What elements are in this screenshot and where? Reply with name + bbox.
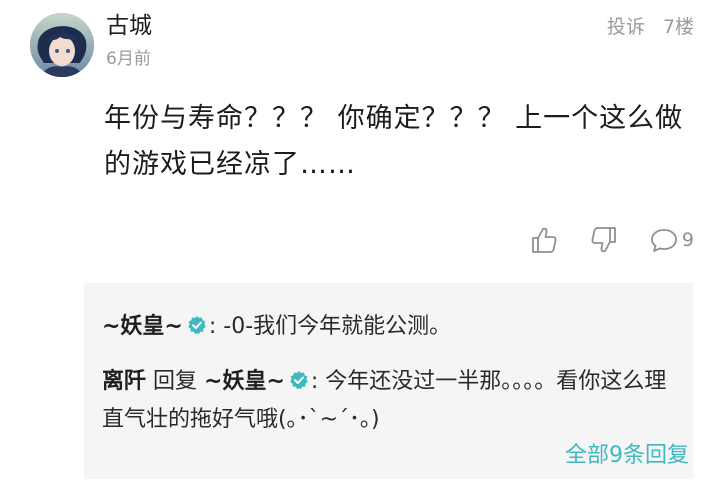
comment-body: 年份与寿命？？？ 你确定？？？ 上一个这么做的游戏已经凉了…… <box>104 103 684 180</box>
reply-text: : -0-我们今年就能公测。 <box>208 314 452 339</box>
reply-item[interactable]: 离阡 回复 ~妖皇~: 今年还没过一半那。。。。看你这么理直气壮的拖好气哦(｡･… <box>102 364 682 438</box>
dislike-button[interactable] <box>589 225 619 255</box>
header-meta: 投诉 7楼 <box>607 14 694 40</box>
avatar-image <box>30 13 94 77</box>
comment-bubble-icon <box>651 229 677 252</box>
reply-preview-box: ~妖皇~ : -0-我们今年就能公测。 离阡 回复 ~妖皇~: 今年还没过一半那。… <box>84 283 693 479</box>
thumbs-up-icon <box>532 227 557 253</box>
reply-author[interactable]: 离阡 <box>102 369 146 394</box>
reply-button[interactable]: 9 <box>649 225 694 255</box>
comment-card: 古城 6月前 投诉 7楼 年份与寿命？？？ 你确定？？？ 上一个这么做的游戏已经… <box>0 0 720 497</box>
username[interactable]: 古城 <box>106 11 152 41</box>
reply-to-label: 回复 <box>153 369 198 394</box>
reply-item[interactable]: ~妖皇~ : -0-我们今年就能公测。 <box>102 309 682 347</box>
reply-count: 9 <box>681 229 694 251</box>
verified-badge-icon <box>289 366 309 402</box>
action-bar: 9 <box>529 222 694 258</box>
verified-badge-icon <box>187 311 207 347</box>
post-timestamp: 6月前 <box>106 49 151 69</box>
floor-number: 7楼 <box>662 16 694 38</box>
reply-target[interactable]: ~妖皇~ <box>204 369 285 394</box>
avatar[interactable] <box>30 13 94 77</box>
report-button[interactable]: 投诉 <box>607 16 645 38</box>
reply-author[interactable]: ~妖皇~ <box>102 314 183 339</box>
view-all-replies-link[interactable]: 全部9条回复 <box>565 437 689 469</box>
thumbs-down-icon <box>591 227 616 253</box>
like-button[interactable] <box>529 225 559 255</box>
